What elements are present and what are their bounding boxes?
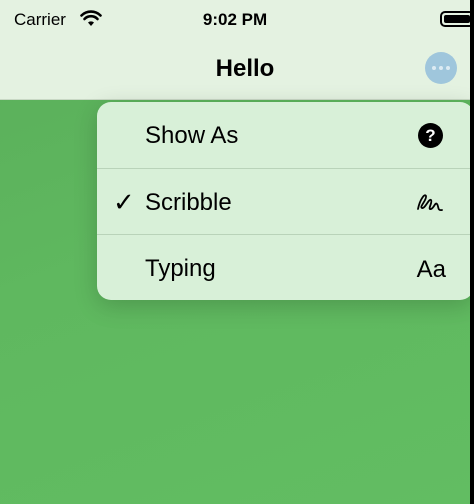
more-dot-icon xyxy=(439,66,443,70)
menu-item-label: Scribble xyxy=(145,189,232,216)
more-dot-icon xyxy=(432,66,436,70)
more-dot-icon xyxy=(446,66,450,70)
battery-fill xyxy=(444,15,470,23)
menu-item-label: Show As xyxy=(145,122,239,149)
text-format-icon: Aa xyxy=(416,256,446,283)
screen: Carrier 9:02 PM Hello Show As ? ✓ Scribb… xyxy=(0,0,470,504)
top-bar: Carrier 9:02 PM Hello xyxy=(0,0,470,100)
checkmark-icon: ✓ xyxy=(113,187,135,217)
context-menu: Show As ? ✓ Scribble Typing Aa xyxy=(97,102,470,300)
screen-edge xyxy=(470,0,474,504)
battery-icon xyxy=(440,11,470,27)
menu-item-typing[interactable]: Typing Aa xyxy=(97,234,470,300)
menu-item-show-as[interactable]: Show As ? xyxy=(97,102,470,168)
menu-item-scribble[interactable]: ✓ Scribble xyxy=(97,168,470,234)
question-circle-icon: ? xyxy=(418,123,443,148)
menu-item-label: Typing xyxy=(145,255,216,282)
nav-title: Hello xyxy=(215,55,275,82)
status-time: 9:02 PM xyxy=(202,10,268,29)
status-bar: Carrier 9:02 PM xyxy=(0,0,470,40)
more-button[interactable] xyxy=(425,52,457,84)
scribble-icon xyxy=(417,194,443,212)
